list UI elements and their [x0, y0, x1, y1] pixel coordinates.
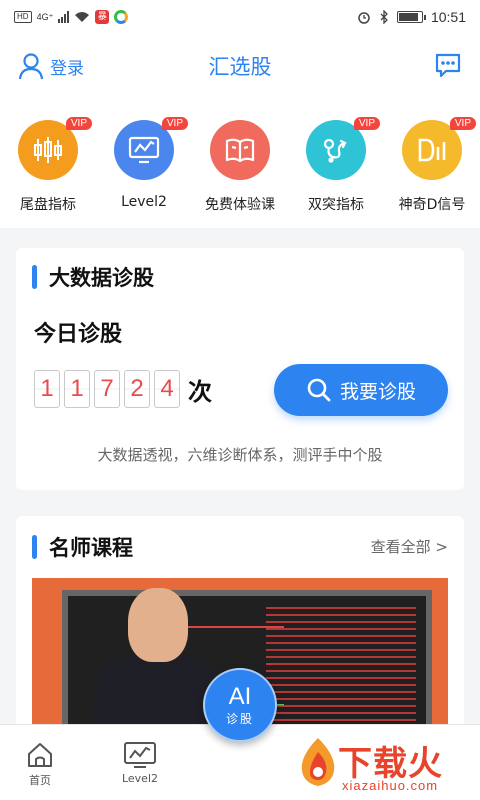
- tab-home-label: 首页: [29, 774, 51, 787]
- app-header: 登录 汇选股: [0, 34, 480, 98]
- presenter-head: [128, 588, 188, 662]
- diagnose-button-label: 我要诊股: [339, 380, 416, 403]
- network-type: 4G⁺: [36, 11, 54, 22]
- feature-label: Level2: [121, 194, 167, 210]
- today-diagnosis-label: 今日诊股: [34, 322, 123, 347]
- section-title: 大数据诊股: [49, 266, 154, 290]
- vip-badge: VIP: [449, 117, 476, 130]
- feature-icon-row: VIP 尾盘指标 VIP Level2 免费体验课 VIP 双突指标 VIP 神…: [0, 98, 480, 228]
- diagnose-stock-button[interactable]: 我要诊股: [274, 364, 448, 416]
- signal-icon: [58, 11, 70, 23]
- feature-label: 尾盘指标: [20, 197, 76, 213]
- user-icon: [18, 53, 44, 80]
- tab-home[interactable]: 首页: [0, 741, 80, 788]
- feature-magic-d-signal[interactable]: VIP 神奇D信号: [384, 117, 480, 214]
- home-icon: [28, 743, 52, 767]
- message-button[interactable]: [434, 52, 462, 78]
- chat-bubble-icon: [435, 53, 461, 78]
- big-data-diagnosis-card: 大数据诊股 今日诊股 1 1 7 2 4 次 我要诊股 大数据透视，六维诊断体系…: [16, 248, 464, 490]
- search-icon: [307, 378, 331, 402]
- ai-diagnosis-button[interactable]: AI 诊股: [203, 668, 277, 742]
- diagnosis-counter: 1 1 7 2 4 次: [34, 370, 212, 408]
- watermark-url: xiazaihuo.com: [342, 778, 439, 793]
- breakout-path-icon: VIP: [306, 117, 380, 180]
- notification-app-icon: 暴: [95, 10, 110, 24]
- vip-badge: VIP: [353, 117, 380, 130]
- section-accent-bar: [32, 535, 37, 559]
- candlestick-icon: VIP: [18, 117, 92, 180]
- wifi-icon: [75, 12, 90, 22]
- counter-digit: 7: [94, 370, 120, 408]
- alarm-icon: [358, 12, 370, 24]
- d-signal-icon: VIP: [402, 117, 476, 180]
- ai-button-sub: 诊股: [225, 711, 254, 726]
- counter-digit: 1: [34, 370, 60, 408]
- feature-label: 免费体验课: [205, 197, 275, 213]
- vip-badge: VIP: [65, 117, 92, 130]
- counter-digit: 2: [124, 370, 150, 408]
- feature-double-breakout[interactable]: VIP 双突指标: [288, 117, 384, 214]
- monitor-chart-icon: VIP: [114, 117, 188, 180]
- section-title: 名师课程: [49, 536, 133, 560]
- login-button[interactable]: 登录: [18, 52, 84, 80]
- diagnosis-description: 大数据透视，六维诊断体系，测评手中个股: [97, 446, 383, 464]
- feature-tail-indicator[interactable]: VIP 尾盘指标: [0, 117, 96, 214]
- notification-browser-icon: [114, 10, 129, 24]
- battery-icon: [396, 11, 426, 23]
- watermark: 下载火 xiazaihuo.com: [290, 732, 478, 798]
- view-all-link[interactable]: 查看全部 >: [371, 536, 448, 557]
- feature-level2[interactable]: VIP Level2: [96, 117, 192, 210]
- hd-badge: HD: [14, 11, 32, 23]
- clock: 10:51: [430, 9, 466, 25]
- monitor-chart-icon: [124, 742, 156, 768]
- page-title: 汇选股: [208, 55, 272, 79]
- tab-level2-label: Level2: [121, 772, 159, 785]
- counter-digit: 1: [64, 370, 90, 408]
- feature-label: 双突指标: [308, 197, 364, 213]
- counter-unit: 次: [188, 377, 212, 406]
- login-label: 登录: [50, 58, 84, 79]
- section-accent-bar: [32, 265, 37, 289]
- vip-badge: VIP: [161, 117, 188, 130]
- counter-digit: 4: [154, 370, 180, 408]
- status-bar: HD 4G⁺ 暴 10:51: [0, 0, 480, 34]
- ai-button-main: AI: [228, 682, 252, 710]
- open-book-icon: [210, 120, 270, 180]
- feature-label: 神奇D信号: [398, 197, 466, 213]
- bluetooth-icon: [380, 10, 388, 24]
- feature-free-course[interactable]: 免费体验课: [192, 120, 288, 214]
- tab-level2[interactable]: Level2: [100, 741, 180, 785]
